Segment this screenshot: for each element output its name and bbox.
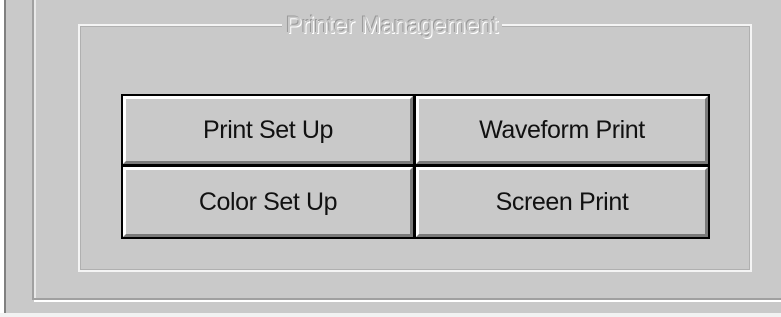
screen-print-label: Screen Print [495, 187, 629, 216]
waveform-print-button[interactable]: Waveform Print [416, 96, 708, 164]
print-set-up-button[interactable]: Print Set Up [123, 96, 413, 164]
print-set-up-label: Print Set Up [203, 115, 333, 144]
window-left-edge [4, 0, 6, 317]
printer-button-grid: Print Set Up Waveform Print Color Set Up… [121, 94, 710, 239]
window-bottom-edge [0, 313, 781, 317]
inner-panel-border-highlight [34, 0, 36, 300]
color-set-up-label: Color Set Up [198, 187, 338, 216]
inner-panel-bottom-highlight [34, 300, 781, 302]
screen-print-button[interactable]: Screen Print [416, 167, 708, 237]
waveform-print-label: Waveform Print [479, 115, 645, 144]
color-set-up-button[interactable]: Color Set Up [123, 167, 413, 237]
groupbox-title: Printer Management [282, 14, 503, 38]
printer-management-panel: Printer Management Print Set Up Waveform… [0, 0, 781, 317]
